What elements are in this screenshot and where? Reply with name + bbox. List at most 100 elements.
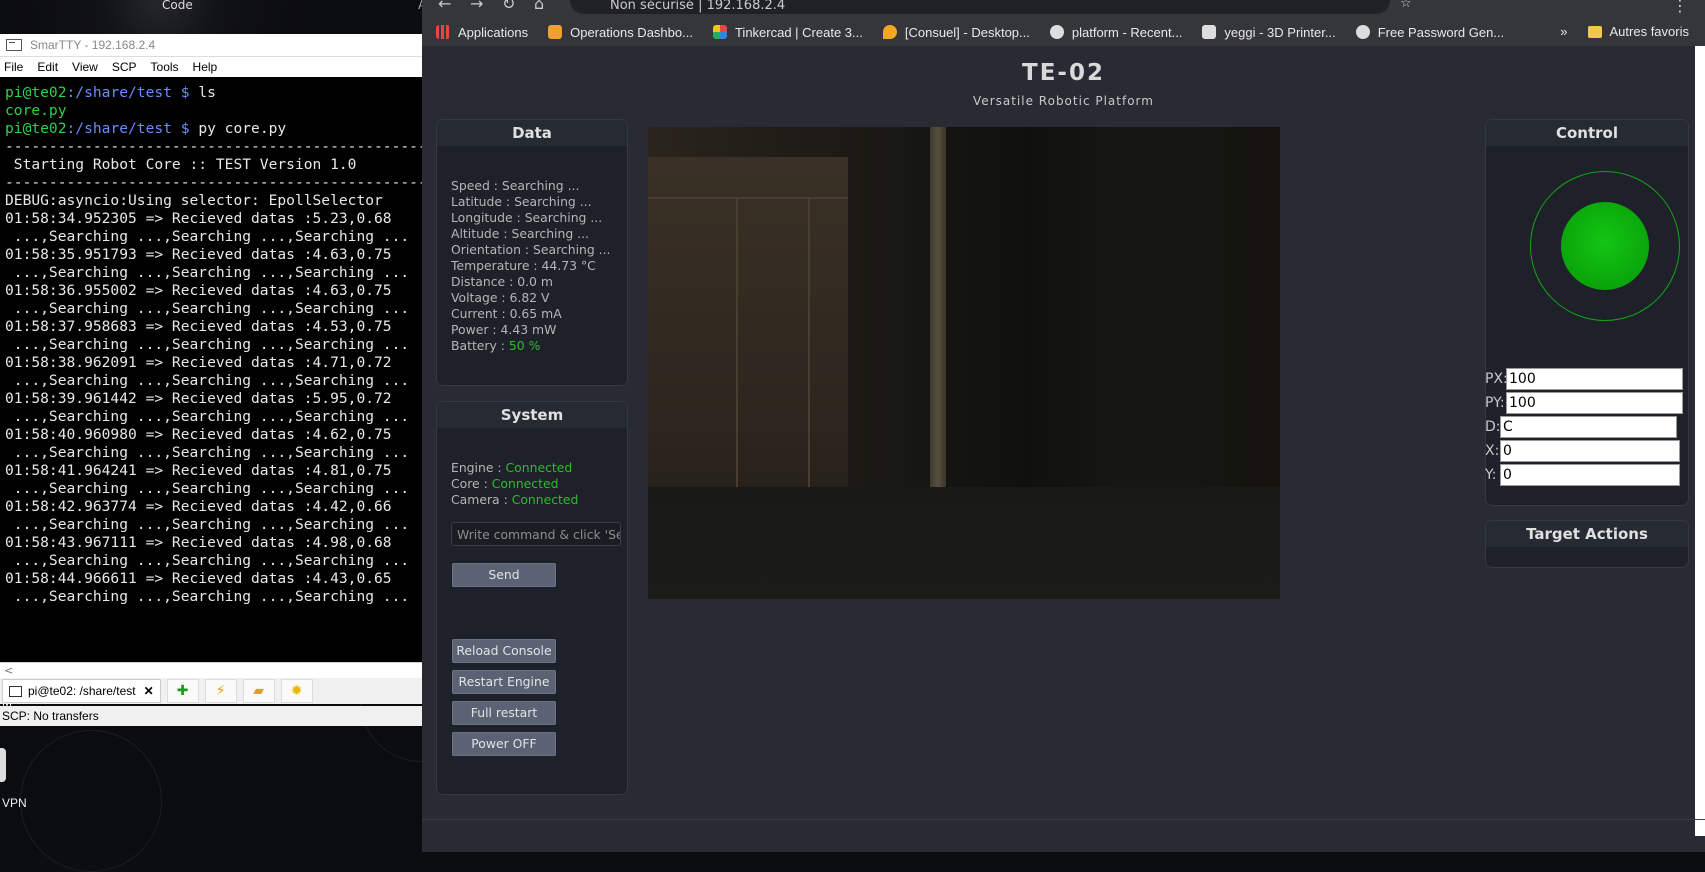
y-input[interactable]: 0 xyxy=(1500,464,1680,486)
terminal-line: ----------------------------------------… xyxy=(5,138,422,156)
terminal-output[interactable]: pi@te02:/share/test $ ls core.py pi@te02:/… xyxy=(0,84,422,648)
command-input[interactable]: Write command & click 'Send' xyxy=(451,522,621,546)
d-input[interactable]: C xyxy=(1500,416,1677,438)
star-icon[interactable]: ☆ xyxy=(1400,0,1412,11)
output-text: Starting Robot Core :: TEST Version 1.0 xyxy=(5,156,357,173)
output-text: ...,Searching ...,Searching ...,Searchin… xyxy=(5,444,410,461)
terminal-line: ...,Searching ...,Searching ...,Searchin… xyxy=(5,336,422,354)
output-text: 01:58:39.961442 => Recieved datas :5.95,… xyxy=(5,390,392,407)
data-label: Latitude : xyxy=(451,194,515,209)
bookmark-operations-dashboard[interactable]: Operations Dashbo... xyxy=(548,25,693,40)
output-text: 01:58:38.962091 => Recieved datas :4.71,… xyxy=(5,354,392,371)
x-input[interactable]: 0 xyxy=(1500,440,1680,462)
prompt-command: ls xyxy=(198,84,216,101)
bookmark-yeggi[interactable]: yeggi - 3D Printer... xyxy=(1202,25,1336,40)
menu-help[interactable]: Help xyxy=(193,60,218,74)
terminal-icon xyxy=(9,685,22,697)
home-icon[interactable]: ⌂ xyxy=(534,0,544,13)
battery-row: Battery : 50 % xyxy=(451,338,611,354)
menu-scp[interactable]: SCP xyxy=(112,60,137,74)
panel-heading: Target Actions xyxy=(1486,521,1688,547)
data-label: Distance : xyxy=(451,274,518,289)
menu-edit[interactable]: Edit xyxy=(37,60,58,74)
menu-view[interactable]: View xyxy=(72,60,98,74)
new-tab-button[interactable]: ✚ xyxy=(166,679,199,703)
data-value: Searching ... xyxy=(524,210,603,225)
bookmark-label: Operations Dashbo... xyxy=(570,24,693,40)
folder-icon: ▰ xyxy=(253,683,265,699)
horizontal-scrollbar[interactable]: < xyxy=(0,662,422,679)
data-panel: Data Speed : Searching ... Latitude : Sea… xyxy=(436,119,628,386)
desktop-shortcut-icon[interactable] xyxy=(0,748,6,782)
data-value: 0.65 mA xyxy=(509,306,562,321)
restart-engine-button[interactable]: Restart Engine xyxy=(452,670,556,694)
sun-icon: ✹ xyxy=(290,683,303,699)
vertical-scrollbar[interactable] xyxy=(1695,46,1705,836)
power-off-button[interactable]: Power OFF xyxy=(452,732,556,756)
bookmark-label: Free Password Gen... xyxy=(1377,24,1505,40)
reload-console-button[interactable]: Reload Console xyxy=(452,639,556,663)
status-label: Engine : xyxy=(451,460,506,475)
data-row: Power : 4.43 mW xyxy=(451,322,611,338)
status-label: Core : xyxy=(451,476,492,491)
scroll-left-icon[interactable]: < xyxy=(4,664,13,677)
data-value: 4.43 mW xyxy=(500,322,557,337)
camera-scene-detail xyxy=(648,197,848,199)
globe-icon xyxy=(1355,25,1370,39)
close-tab-icon[interactable]: ✕ xyxy=(144,684,154,698)
bookmarks-bar: Applications Operations Dashbo... Tinker… xyxy=(422,18,1705,47)
tinkercad-icon xyxy=(712,25,727,39)
terminal-line: 01:58:39.961442 => Recieved datas :5.95,… xyxy=(5,390,422,408)
reload-icon[interactable]: ↻ xyxy=(502,0,515,13)
menu-tools[interactable]: Tools xyxy=(151,60,179,74)
address-bar[interactable]: Non sécurisé | 192.168.2.4 xyxy=(570,0,1390,14)
open-folder-button[interactable]: ▰ xyxy=(242,679,275,703)
more-bookmarks-icon[interactable]: » xyxy=(1560,24,1567,39)
window-titlebar[interactable]: SmarTTY - 192.168.2.4 xyxy=(0,34,422,57)
bookmark-consuel[interactable]: [Consuel] - Desktop... xyxy=(882,25,1030,40)
output-text: ...,Searching ...,Searching ...,Searchin… xyxy=(5,300,410,317)
back-icon[interactable]: ← xyxy=(438,0,451,13)
output-text: ...,Searching ...,Searching ...,Searchin… xyxy=(5,588,410,605)
battery-value: 50 % xyxy=(508,338,541,353)
forward-icon[interactable]: → xyxy=(470,0,483,13)
session-tabs: pi@te02: /share/test ✕ ✚ ⚡ ▰ ✹ xyxy=(0,678,422,704)
output-text: ----------------------------------------… xyxy=(5,174,422,191)
desktop-icon-label[interactable]: VPN xyxy=(2,796,27,810)
camera-status: Camera : Connected xyxy=(451,492,578,508)
output-text: ...,Searching ...,Searching ...,Searchin… xyxy=(5,516,410,533)
output-text: ...,Searching ...,Searching ...,Searchin… xyxy=(5,480,410,497)
output-text: 01:58:44.966611 => Recieved datas :4.43,… xyxy=(5,570,392,587)
terminal-line: DEBUG:asyncio:Using selector: EpollSelec… xyxy=(5,192,422,210)
bookmarks-overflow: » Autres favoris xyxy=(1560,24,1689,39)
settings-button[interactable]: ✹ xyxy=(280,679,313,703)
bookmark-applications[interactable]: Applications xyxy=(436,25,528,40)
output-text: 01:58:42.963774 => Recieved datas :4.42,… xyxy=(5,498,392,515)
joystick-knob[interactable] xyxy=(1561,202,1649,290)
px-input[interactable]: 100 xyxy=(1506,368,1683,390)
send-button[interactable]: Send xyxy=(452,563,556,587)
prompt-command: py core.py xyxy=(198,120,287,137)
terminal-line: 01:58:37.958683 => Recieved datas :4.53,… xyxy=(5,318,422,336)
terminal-line: 01:58:38.962091 => Recieved datas :4.71,… xyxy=(5,354,422,372)
bookmark-tinkercad[interactable]: Tinkercad | Create 3... xyxy=(712,25,863,40)
bookmark-password-gen[interactable]: Free Password Gen... xyxy=(1355,24,1505,40)
bookmark-platform[interactable]: platform - Recent... xyxy=(1049,25,1182,40)
quick-connect-button[interactable]: ⚡ xyxy=(204,679,237,703)
terminal-line: 01:58:40.960980 => Recieved datas :4.62,… xyxy=(5,426,422,444)
camera-scene-floor xyxy=(648,487,1280,599)
terminal-line: Starting Robot Core :: TEST Version 1.0 xyxy=(5,156,422,174)
menu-file[interactable]: File xyxy=(4,60,23,74)
connection-status-list: Engine : Connected Core : Connected Came… xyxy=(451,460,578,508)
py-input[interactable]: 100 xyxy=(1506,392,1683,414)
yeggi-icon xyxy=(1202,25,1217,39)
tab-session[interactable]: pi@te02: /share/test ✕ xyxy=(2,679,161,703)
data-label: Battery : xyxy=(451,338,509,353)
output-text: 01:58:34.952305 => Recieved datas :5.23,… xyxy=(5,210,392,227)
terminal-icon xyxy=(6,39,22,51)
more-icon[interactable]: ⋮ xyxy=(1672,0,1688,15)
other-bookmarks[interactable]: Autres favoris xyxy=(1610,24,1689,39)
full-restart-button[interactable]: Full restart xyxy=(452,701,556,725)
plus-icon: ✚ xyxy=(176,683,189,699)
taskbar-app-label[interactable]: Code xyxy=(162,0,193,12)
